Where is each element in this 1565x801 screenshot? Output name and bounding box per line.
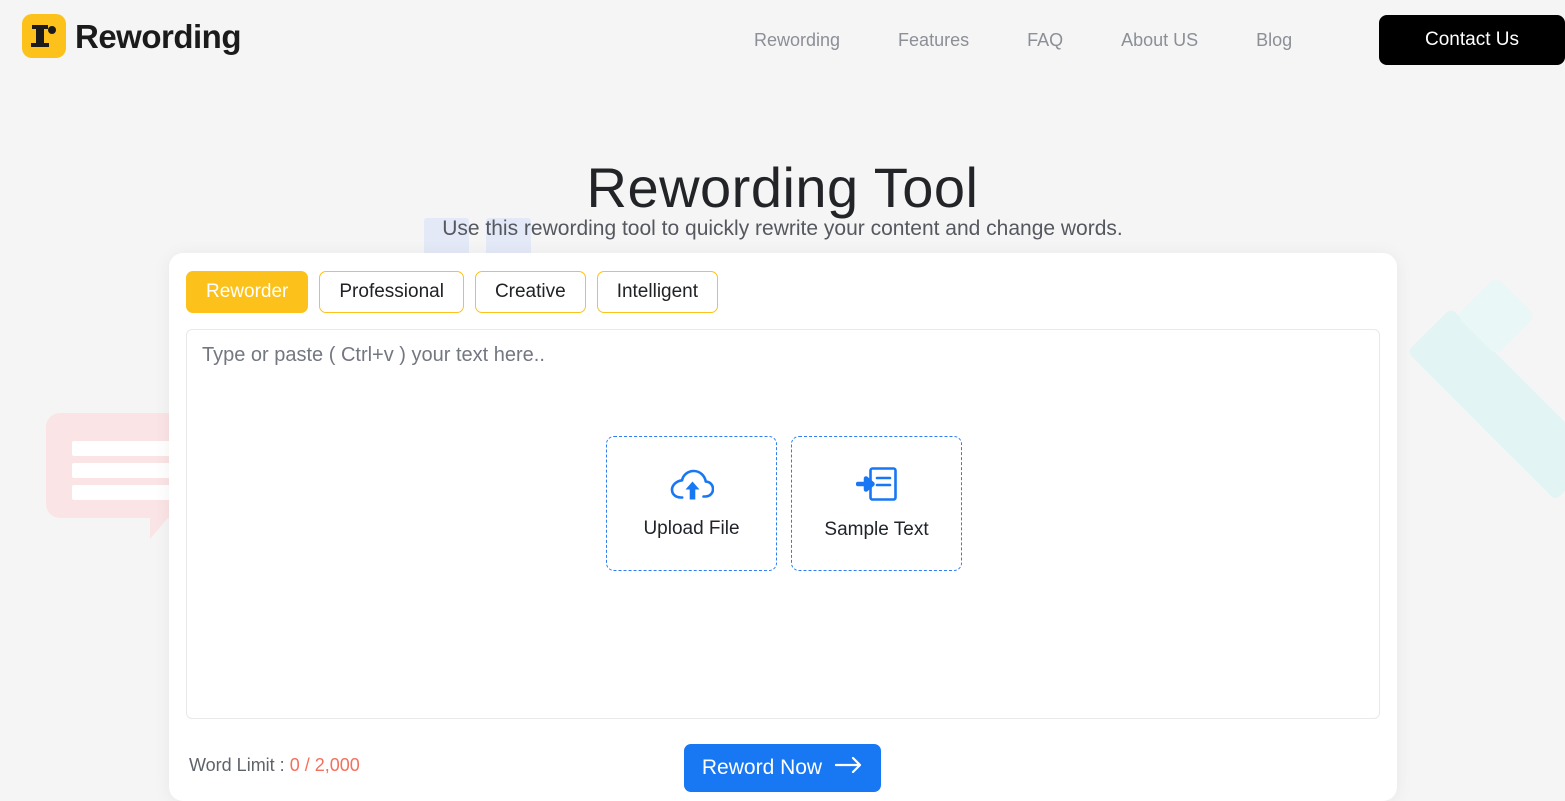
- site-header: Rewording Rewording Features FAQ About U…: [0, 0, 1565, 80]
- word-limit: Word Limit : 0 / 2,000: [189, 755, 360, 776]
- pencil-decoration: [1407, 308, 1565, 500]
- cloud-upload-icon: [670, 467, 714, 506]
- input-helper-actions: Upload File Sample Text: [187, 436, 1381, 571]
- tab-intelligent[interactable]: Intelligent: [597, 271, 718, 313]
- nav-item-about-us[interactable]: About US: [1092, 24, 1227, 57]
- page-root: Rewording Rewording Features FAQ About U…: [0, 0, 1565, 801]
- page-title: Rewording Tool: [0, 156, 1565, 220]
- word-limit-label: Word Limit :: [189, 755, 290, 775]
- sample-text-label: Sample Text: [824, 519, 928, 541]
- mode-tabs: Reworder Professional Creative Intellige…: [186, 271, 718, 313]
- nav-item-faq[interactable]: FAQ: [998, 24, 1092, 57]
- logo-icon: [22, 14, 66, 58]
- tab-reworder[interactable]: Reworder: [186, 271, 308, 313]
- sample-text-button[interactable]: Sample Text: [791, 436, 962, 571]
- tab-professional[interactable]: Professional: [319, 271, 464, 313]
- contact-us-button[interactable]: Contact Us: [1379, 15, 1565, 65]
- main-navigation: Rewording Features FAQ About US Blog: [725, 24, 1321, 57]
- editor-placeholder: Type or paste ( Ctrl+v ) your text here.…: [202, 344, 545, 367]
- text-input-area[interactable]: Type or paste ( Ctrl+v ) your text here.…: [186, 329, 1380, 719]
- reword-now-label: Reword Now: [702, 756, 822, 780]
- tool-footer: Word Limit : 0 / 2,000 Reword Now: [169, 739, 1397, 801]
- tab-creative[interactable]: Creative: [475, 271, 586, 313]
- import-document-icon: [856, 466, 898, 507]
- brand-logo[interactable]: Rewording: [22, 14, 241, 58]
- nav-item-blog[interactable]: Blog: [1227, 24, 1321, 57]
- upload-file-label: Upload File: [643, 518, 739, 540]
- pencil-eraser-decoration: [1456, 276, 1535, 355]
- page-subtitle: Use this rewording tool to quickly rewri…: [0, 217, 1565, 241]
- reword-now-button[interactable]: Reword Now: [684, 744, 881, 792]
- logo-glyph-dot: [48, 26, 56, 34]
- nav-item-rewording[interactable]: Rewording: [725, 24, 869, 57]
- word-limit-count: 0 / 2,000: [290, 755, 360, 775]
- logo-glyph-serif-bottom: [31, 43, 49, 47]
- brand-name: Rewording: [75, 20, 241, 53]
- arrow-right-icon: [835, 756, 863, 780]
- upload-file-button[interactable]: Upload File: [606, 436, 777, 571]
- nav-item-features[interactable]: Features: [869, 24, 998, 57]
- rewording-tool-card: Reworder Professional Creative Intellige…: [169, 253, 1397, 801]
